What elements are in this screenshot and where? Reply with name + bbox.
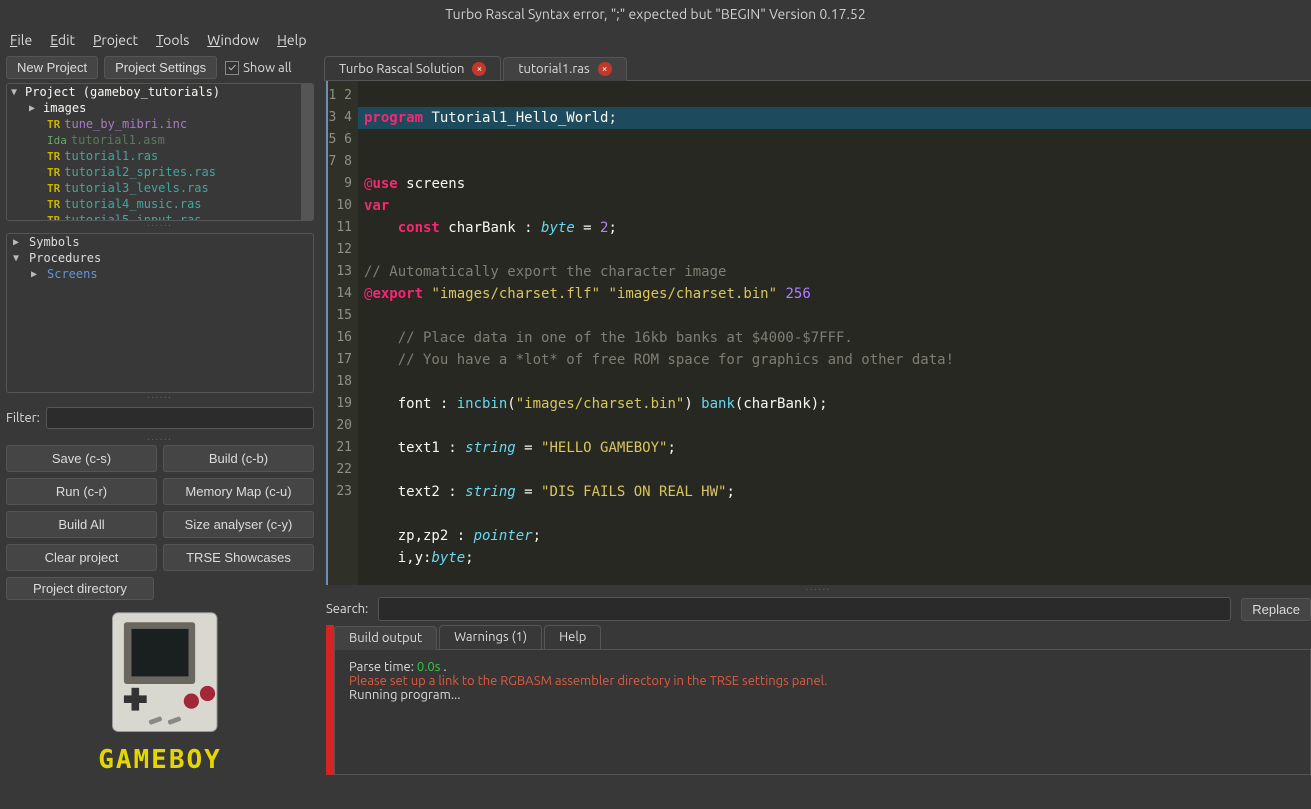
tab-label: tutorial1.ras	[518, 62, 589, 76]
menu-project[interactable]: Project	[93, 32, 138, 48]
check-icon: ✓	[225, 61, 239, 75]
editor-tabs: Turbo Rascal Solution × tutorial1.ras ×	[324, 56, 1311, 81]
tab-help[interactable]: Help	[544, 625, 601, 649]
project-tree[interactable]: ▼Project (gameboy_tutorials) ▶images TRt…	[6, 83, 314, 221]
code-content[interactable]: program Tutorial1_Hello_World; @use scre…	[358, 81, 1311, 585]
gameboy-icon	[65, 608, 255, 741]
output-content[interactable]: Parse time: 0.0s . Please set up a link …	[334, 650, 1311, 775]
build-button[interactable]: Build (c-b)	[163, 445, 314, 472]
right-panel: Turbo Rascal Solution × tutorial1.ras × …	[320, 56, 1311, 775]
parse-time-label: Parse time:	[349, 660, 417, 674]
search-label: Search:	[326, 602, 368, 616]
search-input[interactable]	[378, 597, 1231, 621]
splitter[interactable]: ······	[326, 585, 1311, 593]
window-title: Turbo Rascal Syntax error, ";" expected …	[0, 0, 1311, 28]
error-indicator	[326, 625, 334, 775]
filter-input[interactable]	[46, 407, 314, 429]
menu-tools[interactable]: Tools	[156, 32, 189, 48]
platform-label: GAMEBOY	[98, 745, 222, 775]
show-all-label: Show all	[243, 61, 291, 75]
project-directory-button[interactable]: Project directory	[6, 577, 154, 600]
tab-warnings[interactable]: Warnings (1)	[439, 625, 542, 649]
file-item[interactable]: TRtutorial3_levels.ras	[7, 180, 313, 196]
run-button[interactable]: Run (c-r)	[6, 478, 157, 505]
code-editor[interactable]: 1 2 3 4 5 6 7 8 9 10 11 12 13 14 15 16 1…	[326, 81, 1311, 585]
save-button[interactable]: Save (c-s)	[6, 445, 157, 472]
filter-label: Filter:	[6, 411, 40, 425]
splitter[interactable]: ······	[6, 393, 314, 401]
file-item[interactable]: TRtutorial4_music.ras	[7, 196, 313, 212]
menu-help[interactable]: Help	[277, 32, 306, 48]
trse-showcases-button[interactable]: TRSE Showcases	[163, 544, 314, 571]
size-analyser-button[interactable]: Size analyser (c-y)	[163, 511, 314, 538]
menu-edit[interactable]: Edit	[50, 32, 75, 48]
close-icon[interactable]: ×	[472, 62, 486, 76]
tree-root[interactable]: Project (gameboy_tutorials)	[25, 85, 220, 99]
file-item[interactable]: TRtutorial2_sprites.ras	[7, 164, 313, 180]
output-panel: Build output Warnings (1) Help Parse tim…	[326, 625, 1311, 775]
tab-getLabel: Turbo Rascal Solution	[339, 62, 464, 76]
splitter[interactable]: ······	[6, 435, 314, 443]
tab-build-output[interactable]: Build output	[334, 626, 437, 650]
scrollbar[interactable]	[301, 84, 313, 220]
left-panel: New Project Project Settings ✓ Show all …	[0, 56, 320, 775]
file-item[interactable]: Idatutorial1.asm	[7, 132, 313, 148]
error-message: Please set up a link to the RGBASM assem…	[349, 674, 1296, 688]
menu-window[interactable]: Window	[207, 32, 259, 48]
splitter[interactable]: ······	[6, 221, 314, 229]
line-gutter: 1 2 3 4 5 6 7 8 9 10 11 12 13 14 15 16 1…	[328, 81, 358, 585]
new-project-button[interactable]: New Project	[6, 56, 98, 79]
clear-project-button[interactable]: Clear project	[6, 544, 157, 571]
file-item[interactable]: TRtutorial1.ras	[7, 148, 313, 164]
tab-file[interactable]: tutorial1.ras ×	[503, 57, 626, 81]
symbols-tree[interactable]: ▶Symbols ▼Procedures ▶Screens	[6, 233, 314, 393]
parse-time-value: 0.0s	[417, 660, 441, 674]
file-item[interactable]: TRtutorial5_input.ras	[7, 212, 313, 221]
symbols-node[interactable]: Symbols	[29, 235, 80, 249]
procedures-node[interactable]: Procedures	[29, 251, 101, 265]
project-settings-button[interactable]: Project Settings	[104, 56, 217, 79]
file-item[interactable]: TRtune_by_mibri.inc	[7, 116, 313, 132]
replace-button[interactable]: Replace	[1241, 598, 1311, 621]
platform-image: GAMEBOY	[6, 608, 314, 775]
tab-solution[interactable]: Turbo Rascal Solution ×	[324, 56, 501, 80]
running-message: Running program...	[349, 688, 1296, 702]
close-icon[interactable]: ×	[598, 62, 612, 76]
folder-images[interactable]: images	[43, 101, 86, 115]
parse-time-suffix: .	[440, 660, 446, 674]
menubar: File Edit Project Tools Window Help	[0, 28, 1311, 56]
memory-map-button[interactable]: Memory Map (c-u)	[163, 478, 314, 505]
menu-file[interactable]: File	[10, 32, 32, 48]
show-all-checkbox[interactable]: ✓ Show all	[225, 61, 291, 75]
screens-node[interactable]: Screens	[47, 267, 98, 281]
build-all-button[interactable]: Build All	[6, 511, 157, 538]
